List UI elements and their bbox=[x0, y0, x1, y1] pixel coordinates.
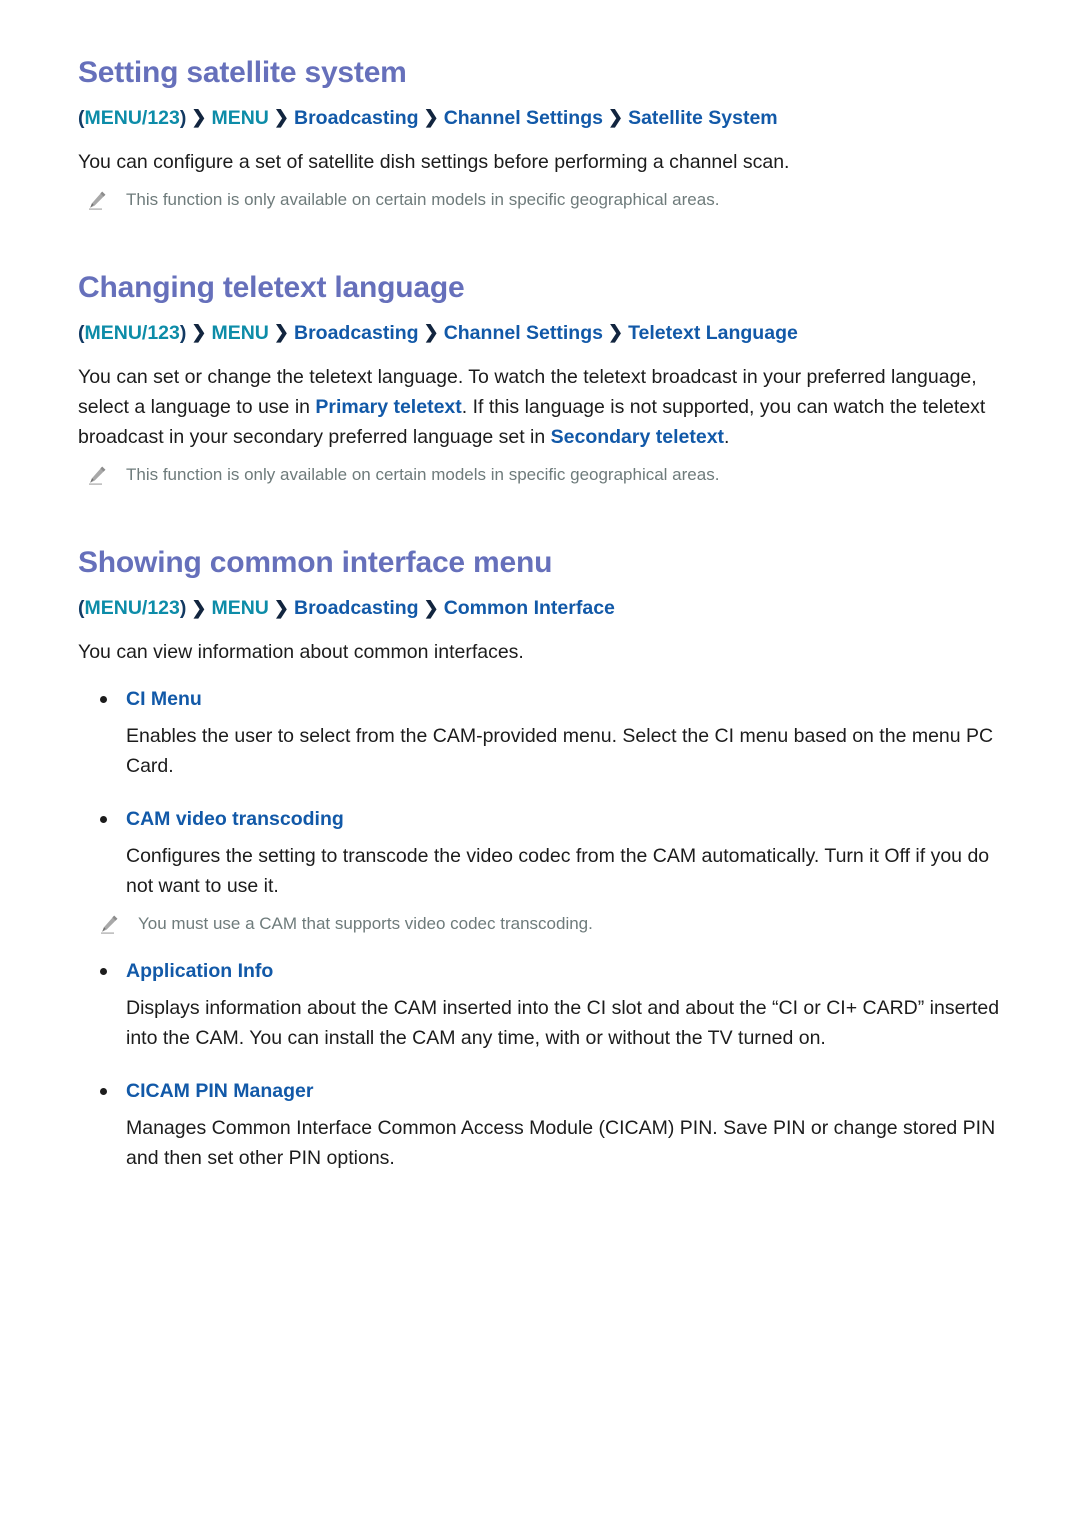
breadcrumb-item-menu123[interactable]: MENU/123 bbox=[85, 597, 180, 619]
list-item: CICAM PIN Manager bbox=[78, 1077, 1002, 1105]
breadcrumb-item-menu123[interactable]: MENU/123 bbox=[85, 107, 180, 129]
note-text: You must use a CAM that supports video c… bbox=[138, 914, 593, 934]
link-secondary-teletext[interactable]: Secondary teletext bbox=[551, 426, 724, 448]
breadcrumb: (MENU/123) ❯ MENU ❯ Broadcasting ❯ Common Inte… bbox=[78, 595, 1002, 621]
chevron-right-icon: ❯ bbox=[191, 322, 207, 343]
note-row: This function is only available on certa… bbox=[78, 187, 1002, 213]
section-showing-common-interface-menu: Showing common interface menu (MENU/123)… bbox=[78, 546, 1002, 1173]
note-row: You must use a CAM that supports video c… bbox=[78, 911, 1002, 937]
chevron-right-icon: ❯ bbox=[191, 597, 207, 618]
chevron-right-icon: ❯ bbox=[423, 322, 439, 343]
page-title: Changing teletext language bbox=[78, 271, 465, 305]
bullet-dot-icon bbox=[100, 968, 107, 976]
document-page: Setting satellite system (MENU/123) ❯ MENU… bbox=[0, 0, 1080, 1527]
bullet-label-cicam-pin-manager[interactable]: CICAM PIN Manager bbox=[126, 1080, 313, 1102]
bullet-dot-icon bbox=[100, 816, 107, 824]
breadcrumb-item-menu[interactable]: MENU bbox=[211, 107, 268, 129]
breadcrumb-item-teletext-language[interactable]: Teletext Language bbox=[628, 322, 798, 344]
bullet-list: CI Menu Enables the user to select from … bbox=[78, 685, 1002, 1173]
section-description: You can set or change the teletext langu… bbox=[78, 362, 996, 452]
chevron-right-icon: ❯ bbox=[273, 322, 289, 343]
note-text: This function is only available on certa… bbox=[126, 190, 720, 210]
list-item: CAM video transcoding bbox=[78, 805, 1002, 833]
bullet-description: Displays information about the CAM inser… bbox=[126, 997, 1000, 1050]
breadcrumb-item-broadcasting[interactable]: Broadcasting bbox=[294, 107, 419, 129]
note-text: This function is only available on certa… bbox=[126, 465, 720, 485]
bullet-dot-icon bbox=[100, 696, 107, 704]
breadcrumb-item-broadcasting[interactable]: Broadcasting bbox=[294, 597, 419, 619]
breadcrumb-item-menu[interactable]: MENU bbox=[211, 597, 268, 619]
bullet-label-ci-menu[interactable]: CI Menu bbox=[126, 688, 202, 710]
bullet-label-cam-video-transcoding[interactable]: CAM video transcoding bbox=[126, 808, 344, 830]
bullet-description: Enables the user to select from the CAM-… bbox=[126, 725, 994, 778]
section-description: You can view information about common in… bbox=[78, 641, 524, 664]
breadcrumb-item-channel-settings[interactable]: Channel Settings bbox=[444, 322, 603, 344]
page-title: Showing common interface menu bbox=[78, 546, 553, 580]
chevron-right-icon: ❯ bbox=[607, 107, 624, 128]
section-description: You can configure a set of satellite dis… bbox=[78, 151, 790, 174]
breadcrumb-item-broadcasting[interactable]: Broadcasting bbox=[294, 322, 419, 344]
list-item: Application Info bbox=[78, 957, 1002, 985]
chevron-right-icon: ❯ bbox=[273, 107, 289, 128]
breadcrumb-item-menu[interactable]: MENU bbox=[211, 322, 268, 344]
bullet-dot-icon bbox=[100, 1088, 107, 1096]
link-primary-teletext[interactable]: Primary teletext bbox=[315, 396, 461, 418]
breadcrumb-item-menu123[interactable]: MENU/123 bbox=[85, 322, 180, 344]
chevron-right-icon: ❯ bbox=[273, 597, 289, 618]
description-part-3: . bbox=[724, 426, 730, 449]
bullet-description: Manages Common Interface Common Access M… bbox=[126, 1117, 996, 1170]
bullet-label-application-info[interactable]: Application Info bbox=[126, 960, 273, 982]
chevron-right-icon: ❯ bbox=[191, 107, 207, 128]
breadcrumb: (MENU/123) ❯ MENU ❯ Broadcasting ❯ Channel Set… bbox=[78, 320, 1002, 346]
pencil-icon bbox=[86, 464, 108, 486]
pencil-icon bbox=[98, 913, 120, 935]
page-title: Setting satellite system bbox=[78, 56, 407, 89]
section-setting-satellite-system: Setting satellite system (MENU/123) ❯ MENU… bbox=[78, 56, 1002, 213]
chevron-right-icon: ❯ bbox=[423, 107, 439, 128]
note-row: This function is only available on certa… bbox=[78, 462, 1002, 488]
breadcrumb-item-satellite-system[interactable]: Satellite System bbox=[628, 107, 778, 129]
list-item: CI Menu bbox=[78, 685, 1002, 713]
breadcrumb: (MENU/123) ❯ MENU ❯ Broadcasting ❯ Channel Set… bbox=[78, 105, 1002, 131]
breadcrumb-item-channel-settings[interactable]: Channel Settings bbox=[444, 107, 603, 129]
chevron-right-icon: ❯ bbox=[423, 597, 439, 618]
chevron-right-icon: ❯ bbox=[607, 322, 624, 343]
pencil-icon bbox=[86, 189, 108, 211]
section-changing-teletext-language: Changing teletext language (MENU/123) ❯ ME… bbox=[78, 271, 1002, 488]
breadcrumb-item-common-interface[interactable]: Common Interface bbox=[444, 597, 615, 619]
bullet-description: Configures the setting to transcode the … bbox=[126, 845, 990, 898]
